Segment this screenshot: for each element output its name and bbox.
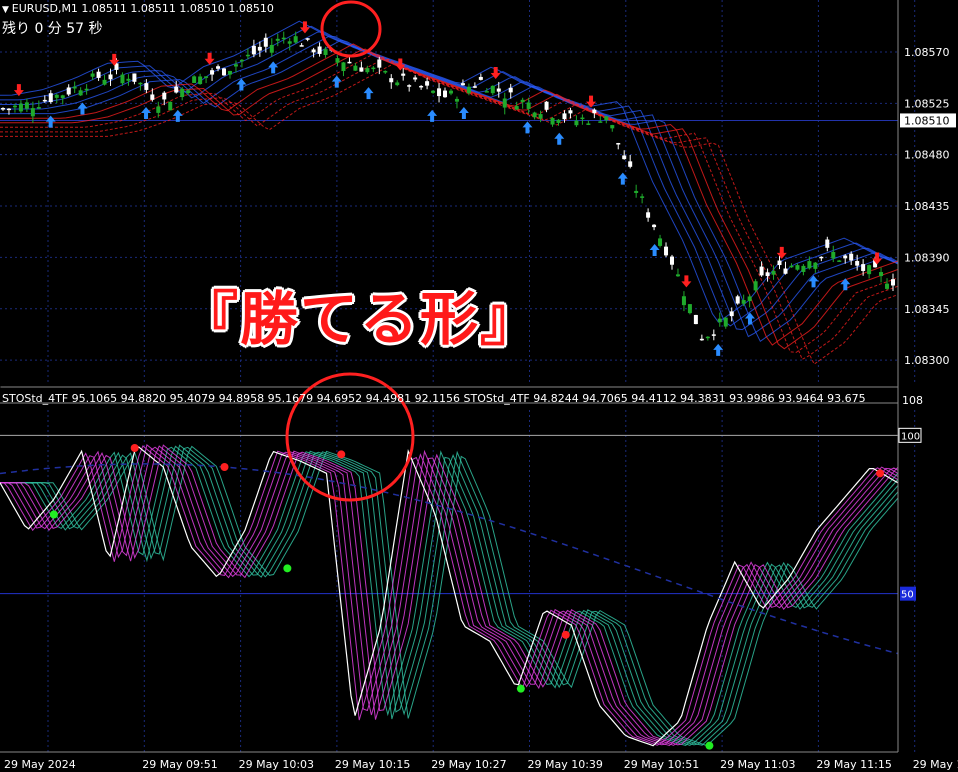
candle: [687, 303, 692, 315]
candle: [222, 67, 227, 76]
stoch-sell-dot: [876, 469, 885, 478]
price-tick-6: 1.08300: [904, 354, 950, 367]
symbol-header: ▼ EURUSD,M1 1.08511 1.08511 1.08510 1.08…: [2, 2, 274, 15]
stoch-sell-dot: [561, 630, 570, 639]
svg-text:108: 108: [902, 394, 923, 407]
time-label-1: 29 May 09:51: [142, 758, 217, 771]
time-label-4: 29 May 10:27: [431, 758, 506, 771]
candle: [693, 314, 698, 325]
price-tick-2: 1.08480: [904, 149, 950, 162]
price-tick-3: 1.08435: [904, 200, 950, 213]
time-label-9: 29 May 11:27: [913, 758, 958, 771]
time-label-8: 29 May 11:15: [816, 758, 891, 771]
symbol-line: EURUSD,M1 1.08511 1.08511 1.08510 1.0851…: [11, 2, 274, 15]
stoch-sell-dot: [130, 444, 139, 452]
time-label-7: 29 May 11:03: [720, 758, 795, 771]
stoch-buy-dot: [49, 510, 58, 519]
price-tick-0: 1.08570: [904, 46, 950, 59]
time-label-2: 29 May 10:03: [239, 758, 314, 771]
indicator-label: STOStd_4TF 95.1065 94.8820 95.4079 94.89…: [2, 392, 866, 405]
candle: [192, 75, 197, 83]
stoch-sell-dot: [337, 450, 346, 459]
svg-text:50: 50: [901, 590, 914, 601]
time-label-5: 29 May 10:39: [528, 758, 603, 771]
current-price-tag: 1.08510: [904, 114, 950, 127]
svg-text:100: 100: [901, 431, 920, 442]
stoch-buy-dot: [516, 684, 525, 693]
time-label-0: 29 May 2024: [4, 758, 76, 771]
stoch-buy-dot: [705, 741, 714, 750]
candle: [168, 101, 173, 111]
winning-shape-caption: 『勝てる形』: [180, 285, 541, 353]
countdown-timer: 残り 0 分 57 秒: [2, 21, 103, 37]
time-label-6: 29 May 10:51: [624, 758, 699, 771]
price-tick-4: 1.08390: [904, 251, 950, 264]
stoch-sell-dot: [220, 463, 229, 471]
dropdown-icon[interactable]: ▼: [2, 5, 12, 15]
time-label-3: 29 May 10:15: [335, 758, 410, 771]
price-tick-1: 1.08525: [904, 97, 950, 110]
price-tick-5: 1.08345: [904, 303, 950, 316]
stoch-buy-dot: [283, 564, 292, 573]
chart-canvas[interactable]: 1.08570 1.08525 1.08480 1.08435 1.08390 1.083…: [0, 0, 958, 772]
